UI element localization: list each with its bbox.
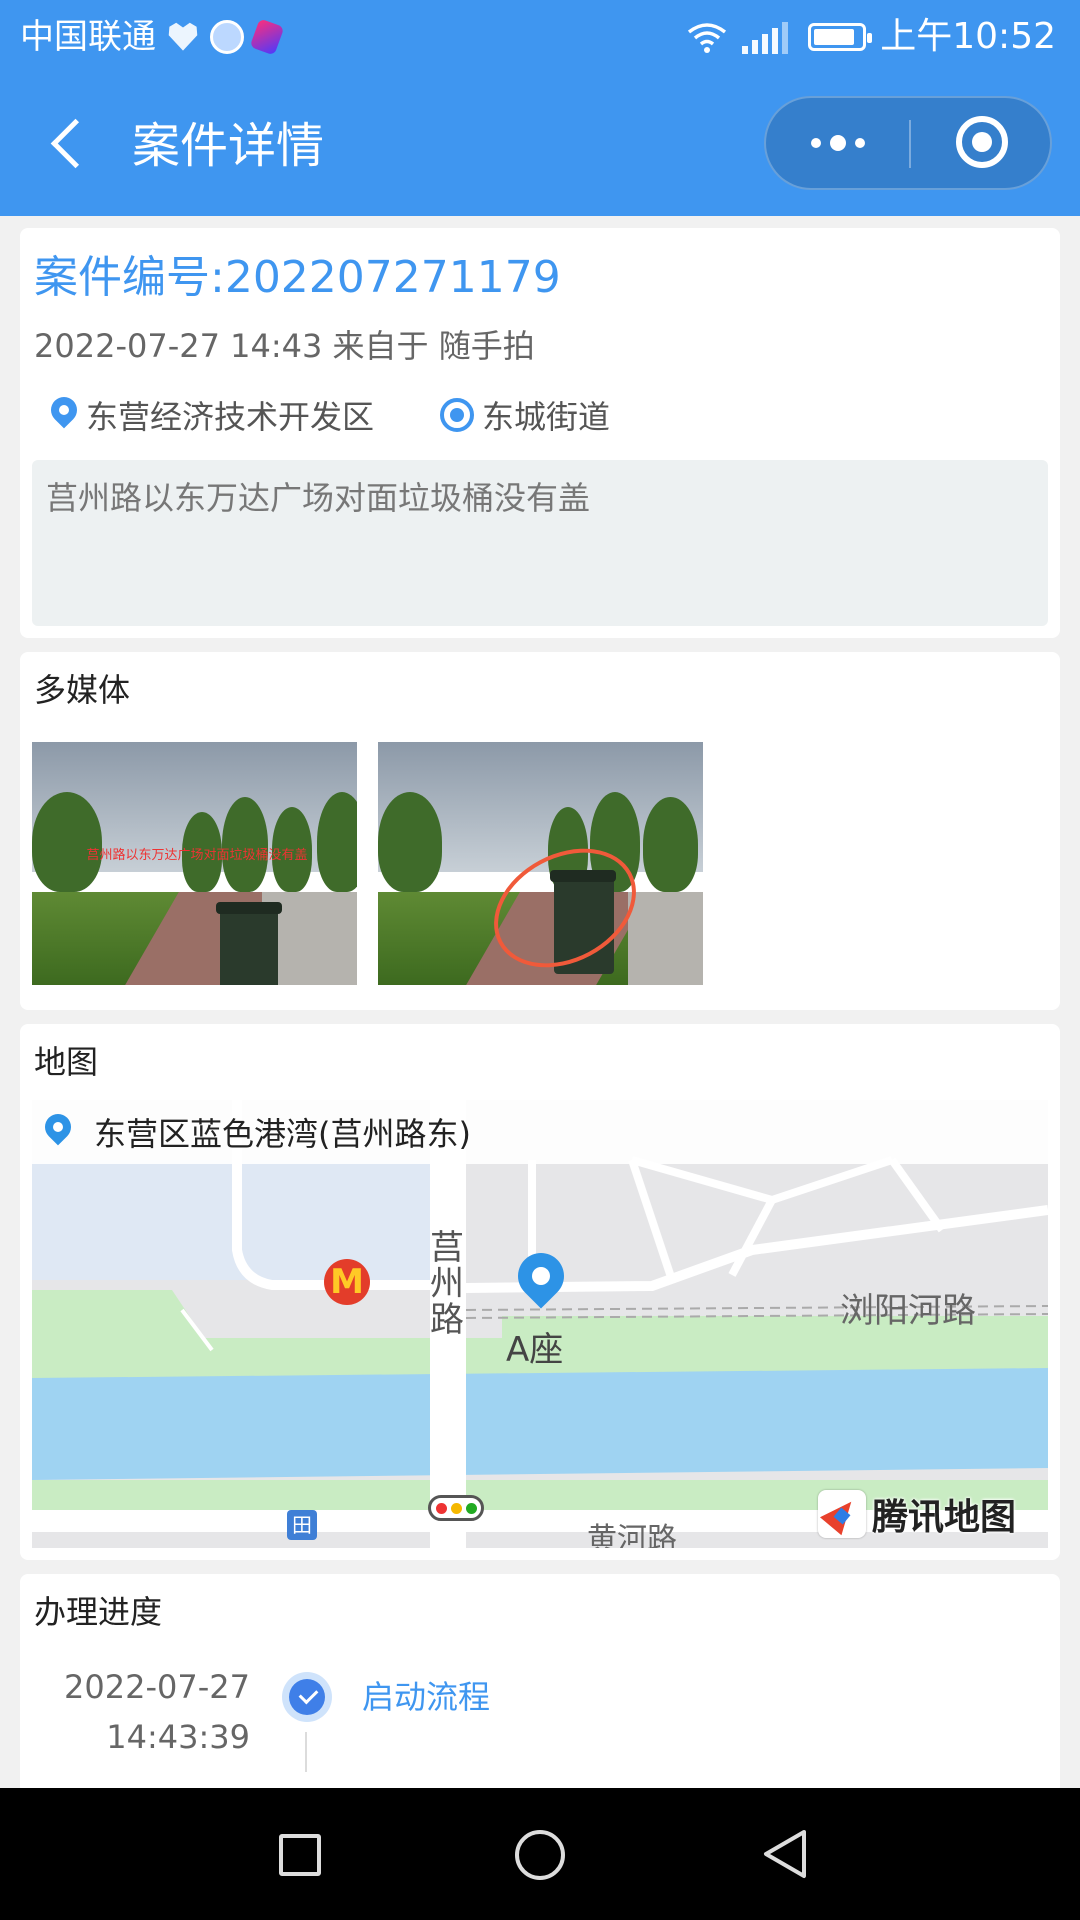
back-button[interactable] xyxy=(44,116,100,176)
street-tag: 东城街道 xyxy=(440,392,610,438)
progress-title: 办理进度 xyxy=(34,1593,163,1631)
location-pin-icon xyxy=(44,1114,72,1150)
road-label-liuyanghe: 浏阳河路 xyxy=(840,1291,976,1331)
map-card: 地图 东营区蓝色港湾(莒州路东) M 莒州路 A座 浏阳河路 黄河路 田 腾讯地… xyxy=(20,1024,1060,1560)
miniapp-capsule xyxy=(764,96,1052,190)
home-button[interactable] xyxy=(515,1830,565,1880)
media-title: 多媒体 xyxy=(34,671,131,709)
page-title: 案件详情 xyxy=(132,118,325,174)
location-row: 东营经济技术开发区 东城街道 xyxy=(50,392,676,438)
mcdonalds-poi-icon: M xyxy=(324,1259,370,1305)
street-label: 东城街道 xyxy=(482,398,611,436)
traffic-light-icon xyxy=(428,1495,484,1521)
map-title: 地图 xyxy=(34,1043,99,1081)
browser-icon xyxy=(210,20,244,54)
dot-icon xyxy=(829,135,846,151)
carrier-name: 中国联通 xyxy=(20,17,156,57)
bus-stop-icon: 田 xyxy=(287,1510,317,1540)
status-bar: 中国联通 上午10:52 xyxy=(0,0,1080,74)
tencent-map-logo-icon xyxy=(818,1490,866,1538)
status-right: 上午10:52 xyxy=(686,14,1056,60)
case-description: 莒州路以东万达广场对面垃圾桶没有盖 xyxy=(32,460,1048,626)
more-menu-button[interactable] xyxy=(766,98,909,188)
you-app-icon xyxy=(249,18,285,56)
progress-step-label: 启动流程 xyxy=(362,1678,491,1716)
media-card: 多媒体 莒州路以东万达广场对面垃圾桶没有盖 xyxy=(20,652,1060,1010)
system-back-button[interactable] xyxy=(760,1828,810,1880)
district-label: 东营经济技术开发区 xyxy=(86,398,375,436)
title-bar: 案件详情 xyxy=(0,74,1080,216)
map-address: 东营区蓝色港湾(莒州路东) xyxy=(94,1115,471,1153)
map-view[interactable]: 东营区蓝色港湾(莒州路东) M 莒州路 A座 浏阳河路 黄河路 田 腾讯地图 xyxy=(32,1100,1048,1548)
road-label-huanghe: 黄河路 xyxy=(587,1522,677,1548)
case-number: 案件编号:202207271179 xyxy=(34,252,561,303)
recent-apps-button[interactable] xyxy=(279,1834,321,1876)
clock: 上午10:52 xyxy=(880,16,1056,57)
check-circle-icon xyxy=(282,1672,332,1722)
wifi-icon xyxy=(686,20,728,54)
battery-icon xyxy=(808,23,873,51)
marker-label: A座 xyxy=(506,1330,564,1370)
progress-date: 2022-07-27 xyxy=(64,1668,250,1706)
signal-icon xyxy=(742,20,794,54)
road-label-juzhou: 莒州路 xyxy=(430,1228,464,1340)
close-miniapp-button[interactable] xyxy=(956,116,1008,168)
progress-time: 14:43:39 xyxy=(106,1718,250,1756)
case-info-card: 案件编号:202207271179 2022-07-27 14:43 来自于 随… xyxy=(20,228,1060,638)
timeline-connector xyxy=(305,1732,307,1772)
tencent-map-label: 腾讯地图 xyxy=(872,1497,1017,1538)
target-icon xyxy=(440,398,475,432)
dot-icon xyxy=(810,138,821,148)
case-meta: 2022-07-27 14:43 来自于 随手拍 xyxy=(34,327,535,365)
location-pin-icon xyxy=(50,397,78,433)
dot-icon xyxy=(854,138,865,148)
map-marker-icon[interactable] xyxy=(516,1253,566,1317)
media-photo[interactable] xyxy=(378,742,703,985)
progress-card: 办理进度 2022-07-27 14:43:39 启动流程 xyxy=(20,1574,1060,1794)
progress-timestamp: 2022-07-27 14:43:39 xyxy=(60,1662,250,1762)
capsule-divider xyxy=(909,120,911,168)
health-icon xyxy=(168,22,198,51)
tencent-map-brand: 腾讯地图 xyxy=(818,1488,1016,1540)
status-left: 中国联通 xyxy=(20,14,285,60)
photo-overlay-text: 莒州路以东万达广场对面垃圾桶没有盖 xyxy=(86,848,308,863)
media-photo[interactable]: 莒州路以东万达广场对面垃圾桶没有盖 xyxy=(32,742,357,985)
system-nav-bar xyxy=(0,1788,1080,1920)
map-address-bar: 东营区蓝色港湾(莒州路东) xyxy=(32,1100,1048,1164)
district-tag: 东营经济技术开发区 xyxy=(50,392,374,438)
